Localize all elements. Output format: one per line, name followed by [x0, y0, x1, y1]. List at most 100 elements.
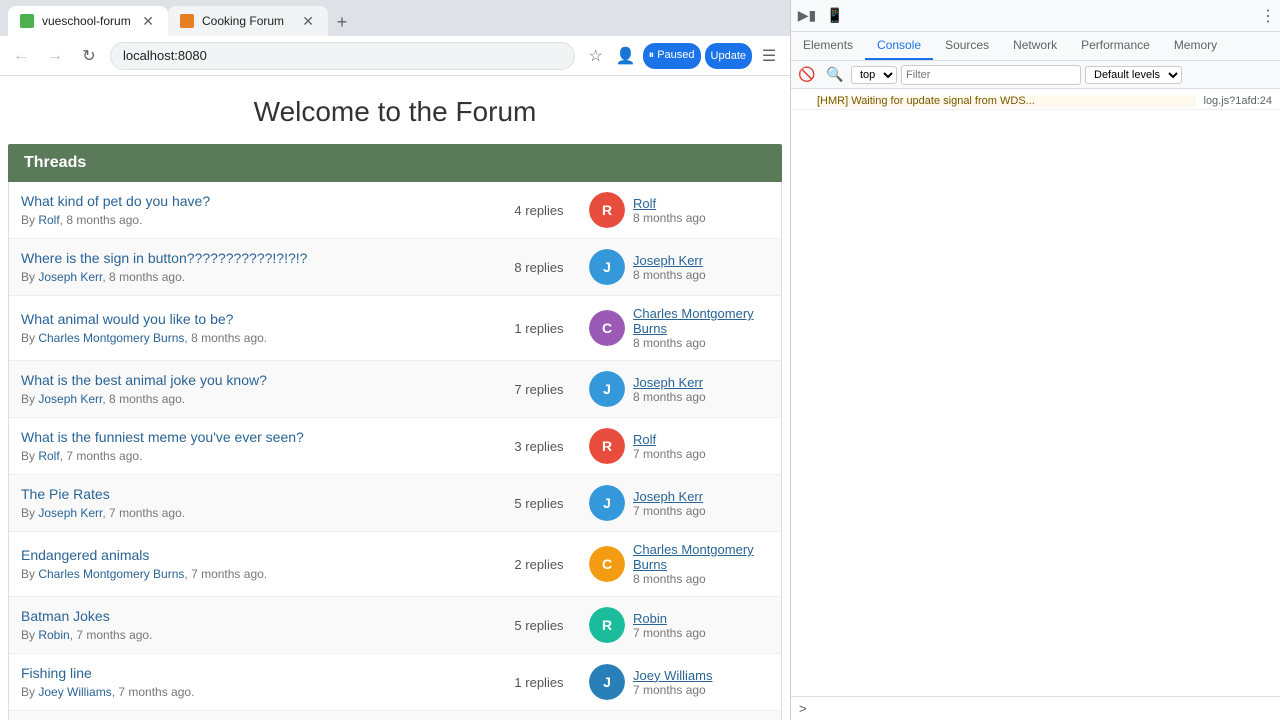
new-tab-button[interactable]: +	[328, 8, 356, 36]
thread-row: Endangered animals By Charles Montgomery…	[9, 532, 781, 597]
avatar: C	[589, 310, 625, 346]
thread-title[interactable]: The Pie Rates	[21, 486, 489, 502]
avatar: R	[589, 192, 625, 228]
reload-button[interactable]: ↻	[76, 43, 102, 69]
thread-row: The Pie Rates By Joseph Kerr, 7 months a…	[9, 475, 781, 532]
thread-meta: By Joey Williams, 7 months ago.	[21, 685, 194, 699]
devtools-tab-sources[interactable]: Sources	[933, 32, 1001, 60]
thread-info: Batman Jokes By Robin, 7 months ago.	[21, 608, 489, 642]
thread-title[interactable]: Batman Jokes	[21, 608, 489, 624]
thread-info: What is the best animal joke you know? B…	[21, 372, 489, 406]
account-icon[interactable]: 👤	[613, 43, 639, 69]
bookmark-icon[interactable]: ☆	[583, 43, 609, 69]
prompt-arrow-icon: >	[799, 701, 807, 716]
last-author[interactable]: Joseph Kerr	[633, 489, 706, 504]
thread-last: J Joseph Kerr 8 months ago	[589, 249, 769, 285]
avatar: J	[589, 249, 625, 285]
last-time: 8 months ago	[633, 268, 706, 282]
thread-author[interactable]: Rolf	[38, 213, 59, 227]
last-author[interactable]: Joey Williams	[633, 668, 712, 683]
tab-cooking[interactable]: Cooking Forum ✕	[168, 6, 328, 36]
last-author[interactable]: Joseph Kerr	[633, 253, 706, 268]
devtools-settings-icon[interactable]: ⋮	[1260, 8, 1276, 25]
thread-row: What is the best animal joke you know? B…	[9, 361, 781, 418]
thread-author[interactable]: Joseph Kerr	[38, 270, 102, 284]
last-author[interactable]: Charles Montgomery Burns	[633, 542, 769, 572]
context-select[interactable]: top	[851, 66, 897, 84]
thread-title[interactable]: What is the best animal joke you know?	[21, 372, 489, 388]
last-info: Rolf 8 months ago	[633, 196, 706, 225]
last-time: 8 months ago	[633, 336, 769, 350]
devtools-tab-network[interactable]: Network	[1001, 32, 1069, 60]
forward-button[interactable]: →	[42, 43, 68, 69]
thread-row: Fishing line By Joey Williams, 7 months …	[9, 654, 781, 711]
console-source[interactable]: log.js?1afd:24	[1204, 95, 1273, 107]
thread-title[interactable]: What is the funniest meme you've ever se…	[21, 429, 489, 445]
devtools-tab-console[interactable]: Console	[865, 32, 933, 60]
thread-author[interactable]: Joseph Kerr	[38, 506, 102, 520]
last-author[interactable]: Charles Montgomery Burns	[633, 306, 769, 336]
clear-console-icon[interactable]: 🚫	[795, 63, 819, 87]
back-button[interactable]: ←	[8, 43, 34, 69]
tab-label-2: Cooking Forum	[202, 14, 292, 28]
last-time: 8 months ago	[633, 390, 706, 404]
browser-window: vueschool-forum ✕ Cooking Forum ✕ + ← → …	[0, 0, 790, 720]
devtools-tab-performance[interactable]: Performance	[1069, 32, 1162, 60]
address-bar: ← → ↻ localhost:8080 ☆ 👤 ⏸ Paused Update…	[0, 36, 790, 76]
last-time: 7 months ago	[633, 626, 706, 640]
thread-title[interactable]: What kind of pet do you have?	[21, 193, 489, 209]
tab-bar: vueschool-forum ✕ Cooking Forum ✕ +	[0, 0, 790, 36]
last-info: Rolf 7 months ago	[633, 432, 706, 461]
tab-close-2[interactable]: ✕	[300, 11, 316, 32]
thread-title[interactable]: What animal would you like to be?	[21, 311, 489, 327]
thread-title[interactable]: Endangered animals	[21, 547, 489, 563]
devtools-subtoolbar: 🚫 🔍 top Default levels	[791, 61, 1280, 89]
tab-close-1[interactable]: ✕	[140, 11, 156, 32]
devtools-tab-elements[interactable]: Elements	[791, 32, 865, 60]
pause-icon[interactable]: ⏸ Paused	[643, 43, 701, 69]
last-author[interactable]: Joseph Kerr	[633, 375, 706, 390]
devtools-tab-memory[interactable]: Memory	[1162, 32, 1229, 60]
thread-title[interactable]: Where is the sign in button???????????!?…	[21, 250, 489, 266]
address-icons: ☆ 👤 ⏸ Paused Update ☰	[583, 43, 782, 69]
filter-input[interactable]	[901, 65, 1081, 85]
thread-replies: 8 replies	[489, 260, 589, 275]
tab-vueschool[interactable]: vueschool-forum ✕	[8, 6, 168, 36]
update-icon[interactable]: Update	[705, 43, 752, 69]
thread-author[interactable]: Charles Montgomery Burns	[38, 331, 184, 345]
devtools-more: ⋮	[1260, 6, 1276, 26]
mobile-icon[interactable]: 📱	[823, 4, 847, 28]
thread-last: J Joseph Kerr 7 months ago	[589, 485, 769, 521]
thread-replies: 5 replies	[489, 496, 589, 511]
thread-meta: By Charles Montgomery Burns, 8 months ag…	[21, 331, 267, 345]
thread-replies: 5 replies	[489, 618, 589, 633]
last-author[interactable]: Rolf	[633, 432, 706, 447]
thread-info: What is the funniest meme you've ever se…	[21, 429, 489, 463]
last-author[interactable]: Robin	[633, 611, 706, 626]
last-author[interactable]: Rolf	[633, 196, 706, 211]
thread-title[interactable]: Fishing line	[21, 665, 489, 681]
last-info: Robin 7 months ago	[633, 611, 706, 640]
devtools-panel: ▶▮ 📱 ⋮ ElementsConsoleSourcesNetworkPerf…	[790, 0, 1280, 720]
extensions-icon[interactable]: ☰	[756, 43, 782, 69]
thread-replies: 2 replies	[489, 557, 589, 572]
thread-author[interactable]: Joey Williams	[38, 685, 111, 699]
thread-replies: 1 replies	[489, 321, 589, 336]
thread-last: C Charles Montgomery Burns 8 months ago	[589, 542, 769, 586]
avatar: R	[589, 607, 625, 643]
thread-author[interactable]: Charles Montgomery Burns	[38, 567, 184, 581]
thread-meta: By Rolf, 8 months ago.	[21, 213, 142, 227]
thread-author[interactable]: Robin	[38, 628, 69, 642]
thread-author[interactable]: Joseph Kerr	[38, 392, 102, 406]
filter-icon[interactable]: 🔍	[823, 63, 847, 87]
thread-last: J Joseph Kerr 8 months ago	[589, 371, 769, 407]
console-prompt-input[interactable]	[811, 702, 1272, 716]
thread-row: What animal would you like to be? By Cha…	[9, 296, 781, 361]
thread-row: Batman Jokes By Robin, 7 months ago. 5 r…	[9, 597, 781, 654]
url-bar[interactable]: localhost:8080	[110, 42, 575, 70]
thread-author[interactable]: Rolf	[38, 449, 59, 463]
devtools-toolbar: ▶▮ 📱 ⋮	[791, 0, 1280, 32]
thread-meta: By Joseph Kerr, 8 months ago.	[21, 270, 185, 284]
levels-select[interactable]: Default levels	[1085, 66, 1182, 84]
inspect-icon[interactable]: ▶▮	[795, 4, 819, 28]
